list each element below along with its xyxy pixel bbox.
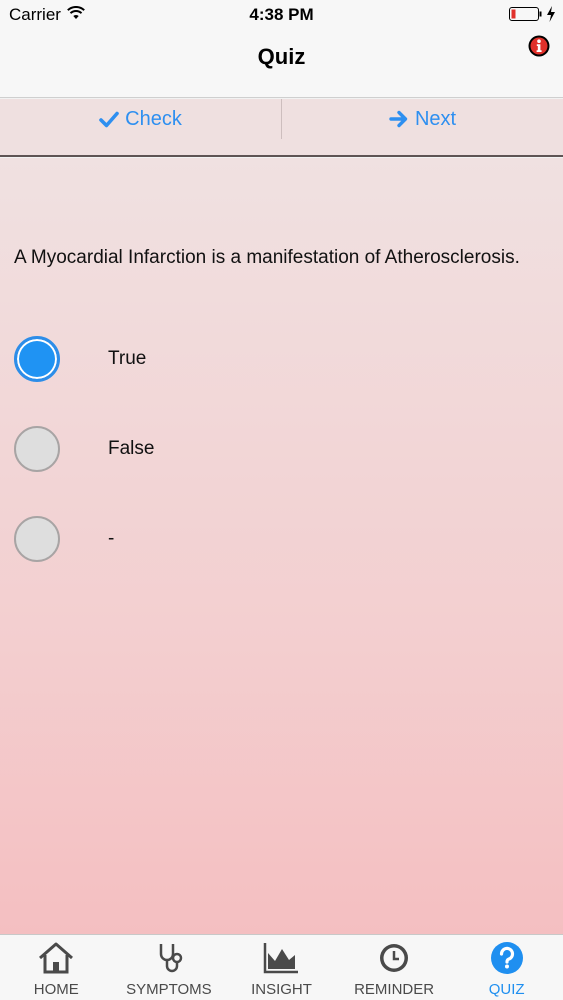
answer-option-false[interactable]: False	[0, 418, 563, 478]
charging-bolt-icon	[547, 6, 555, 22]
tab-label: QUIZ	[488, 981, 525, 998]
page-title: Quiz	[257, 44, 306, 69]
home-icon	[39, 942, 74, 974]
answer-option-true[interactable]: True	[0, 328, 563, 388]
next-button-label: Next	[414, 107, 457, 130]
tab-label: REMINDER	[354, 981, 435, 998]
check-button-label: Check	[125, 107, 182, 130]
quiz-content: A Myocardial Infarction is a manifestati…	[0, 158, 563, 934]
tab-bar: HOME SYMPTOMS INSIGHT REMINDER QUIZ	[0, 934, 563, 1000]
status-time: 4:38 PM	[249, 5, 314, 24]
question-icon	[490, 942, 523, 974]
navigation-bar: Quiz	[0, 30, 563, 98]
radio-button[interactable]	[14, 516, 60, 562]
option-label: True	[108, 348, 147, 369]
tab-label: INSIGHT	[251, 981, 312, 998]
radio-button[interactable]	[14, 426, 60, 472]
answer-option-none[interactable]: -	[0, 508, 563, 568]
next-button[interactable]: Next	[281, 99, 563, 139]
battery-icon	[509, 7, 542, 21]
checkmark-icon	[99, 111, 119, 128]
clock-icon	[380, 944, 409, 972]
arrow-right-icon	[389, 110, 408, 128]
check-button[interactable]: Check	[0, 99, 281, 139]
tab-home[interactable]: HOME	[0, 935, 113, 1000]
option-label: False	[108, 438, 155, 459]
tab-label: SYMPTOMS	[126, 981, 212, 998]
question-text: A Myocardial Infarction is a manifestati…	[14, 247, 520, 268]
tab-label: HOME	[33, 981, 79, 998]
tab-reminder[interactable]: REMINDER	[338, 935, 451, 1000]
status-bar: Carrier 4:38 PM	[0, 0, 563, 30]
info-icon[interactable]	[528, 35, 550, 57]
tab-quiz[interactable]: QUIZ	[450, 935, 563, 1000]
tab-symptoms[interactable]: SYMPTOMS	[113, 935, 226, 1000]
stethoscope-icon	[159, 944, 183, 973]
radio-button[interactable]	[14, 336, 60, 382]
quiz-action-bar: Check Next	[0, 99, 563, 157]
area-chart-icon	[264, 943, 299, 974]
tab-insight[interactable]: INSIGHT	[225, 935, 338, 1000]
option-label: -	[108, 528, 115, 549]
